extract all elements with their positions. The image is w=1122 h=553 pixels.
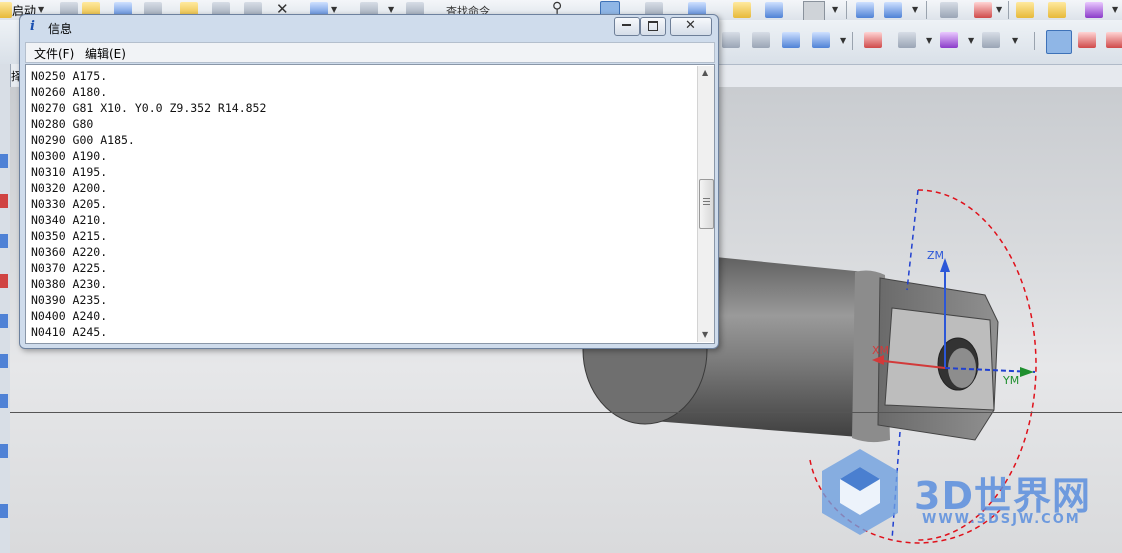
navigator-tab-icon[interactable] — [0, 154, 8, 168]
watermark-url: WWW.3DSJW.COM — [922, 512, 1081, 527]
vertical-scrollbar[interactable]: ▲ ▼ — [697, 66, 714, 342]
start-icon — [0, 2, 12, 18]
color-swatch[interactable] — [803, 1, 825, 21]
clipboard-icon[interactable] — [722, 32, 740, 48]
x-axis-label: XM — [872, 344, 890, 357]
chevron-down-icon[interactable]: ▼ — [38, 5, 44, 14]
program-order-icon[interactable] — [1046, 30, 1072, 54]
maximize-button[interactable] — [640, 17, 666, 36]
code-line: N0410 A245. — [31, 325, 108, 339]
revolve-icon[interactable] — [884, 2, 902, 18]
system-tab-icon[interactable] — [0, 394, 8, 408]
chevron-down-icon[interactable]: ▼ — [331, 5, 337, 14]
grip-icon — [703, 198, 710, 199]
code-line: N0400 A240. — [31, 309, 108, 323]
code-line: N0290 G00 A185. — [31, 133, 135, 147]
code-line: N0280 G80 — [31, 117, 94, 131]
method-icon[interactable] — [898, 32, 916, 48]
window-title: 信息 — [48, 22, 73, 36]
machine-view-icon[interactable] — [1078, 32, 1096, 48]
minimize-button[interactable] — [614, 17, 640, 36]
chevron-down-icon[interactable]: ▼ — [1012, 36, 1018, 45]
info-icon: i — [30, 19, 35, 34]
code-line: N0380 A230. — [31, 277, 108, 291]
assembly-tab-icon[interactable] — [0, 194, 8, 208]
code-line: N0370 A225. — [31, 261, 108, 275]
code-line: N0340 A210. — [31, 213, 108, 227]
post-process-icon[interactable] — [982, 32, 1000, 48]
layer-icon[interactable] — [765, 2, 783, 18]
generate-icon[interactable] — [940, 32, 958, 48]
code-line: N0360 A220. — [31, 245, 108, 259]
info-menubar: 文件(F) 编辑(E) — [25, 42, 715, 63]
code-line: N0300 A190. — [31, 149, 108, 163]
extrude-icon[interactable] — [856, 2, 874, 18]
part-tab-icon[interactable] — [0, 234, 8, 248]
sketch-icon[interactable] — [974, 2, 992, 18]
geometry-icon[interactable] — [864, 32, 882, 48]
code-line: N0390 A235. — [31, 293, 108, 307]
chevron-down-icon[interactable]: ▼ — [996, 5, 1002, 14]
menu-file[interactable]: 文件(F) — [34, 45, 74, 62]
verify-icon[interactable] — [1085, 2, 1103, 18]
z-axis-label: ZM — [927, 249, 945, 262]
code-line: N0260 A180. — [31, 85, 108, 99]
close-button[interactable]: ✕ — [670, 17, 712, 36]
table-icon[interactable] — [940, 2, 958, 18]
chevron-down-icon[interactable]: ▼ — [926, 36, 932, 45]
chevron-down-icon[interactable]: ▼ — [840, 36, 846, 45]
maximize-icon — [648, 21, 658, 31]
chevron-down-icon[interactable]: ▼ — [968, 36, 974, 45]
close-icon: ✕ — [685, 18, 696, 33]
info-window[interactable]: i 信息 ✕ 文件(F) 编辑(E) N0250 A175. N0260 A18… — [19, 14, 719, 349]
chevron-down-icon[interactable]: ▼ — [1112, 5, 1118, 14]
watermark-logo-icon — [822, 449, 898, 535]
code-line: N0320 A200. — [31, 181, 108, 195]
assistant-tab-icon[interactable] — [0, 504, 8, 518]
scroll-up-icon[interactable]: ▲ — [702, 68, 708, 77]
scrollbar-thumb[interactable] — [699, 179, 714, 229]
palette-tab-icon[interactable] — [0, 444, 8, 458]
minimize-icon — [622, 24, 631, 26]
roles-tab-icon[interactable] — [0, 354, 8, 368]
chevron-down-icon[interactable]: ▼ — [912, 5, 918, 14]
info-text-area[interactable]: N0250 A175. N0260 A180. N0270 G81 X10. Y… — [25, 64, 715, 344]
edit-object-icon[interactable] — [782, 32, 800, 48]
history-tab-icon[interactable] — [0, 274, 8, 288]
chevron-down-icon[interactable]: ▼ — [388, 5, 394, 14]
delete-object-icon[interactable] — [752, 32, 770, 48]
menu-edit[interactable]: 编辑(E) — [85, 45, 126, 62]
material-icon[interactable] — [733, 2, 751, 18]
code-line: N0270 G81 X10. Y0.0 Z9.352 R14.852 — [31, 101, 267, 115]
shop-doc-icon[interactable] — [1106, 32, 1122, 48]
horizon-line — [10, 412, 1122, 413]
y-axis-label: YM — [1003, 374, 1020, 387]
toolpath-icon[interactable] — [1048, 2, 1066, 18]
chevron-down-icon[interactable]: ▼ — [832, 5, 838, 14]
info-titlebar[interactable]: i 信息 ✕ — [20, 15, 718, 41]
code-line: N0330 A205. — [31, 197, 108, 211]
code-line: N0310 A195. — [31, 165, 108, 179]
tool-icon[interactable] — [812, 32, 830, 48]
code-line: N0350 A215. — [31, 229, 108, 243]
web-tab-icon[interactable] — [0, 314, 8, 328]
code-line: N0250 A175. — [31, 69, 108, 83]
operation-icon[interactable] — [1016, 2, 1034, 18]
scroll-down-icon[interactable]: ▼ — [702, 330, 708, 339]
